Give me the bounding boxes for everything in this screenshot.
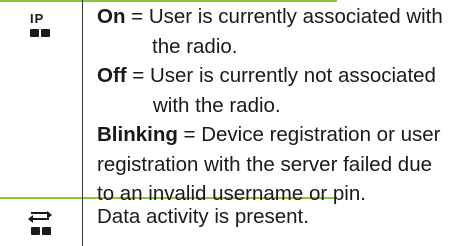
entry-on: On = User is currently associated with	[97, 2, 443, 32]
entry-blinking-text-2: registration with the server failed due	[97, 152, 433, 176]
entry-off-text-1: = User is currently not associated	[126, 64, 436, 87]
data-activity-icon	[28, 210, 53, 238]
term-on: On	[97, 5, 126, 28]
description-cell: On = User is currently associated with t…	[97, 2, 443, 209]
entry-blinking-text-1: = Device registration or user	[177, 123, 441, 146]
table-row: Data activity is present.	[0, 198, 461, 246]
entry-on-text-1: = User is currently associated with	[125, 5, 443, 28]
status-icon-table: IP On = User is currently associated wit…	[0, 0, 461, 246]
icon-cell: IP	[0, 12, 82, 42]
icon-cell	[0, 210, 82, 238]
ip-icon-label: IP	[30, 11, 45, 26]
term-off: Off	[97, 64, 127, 87]
entry-blinking: Blinking = Device registration or user	[97, 120, 441, 150]
description-cell: Data activity is present.	[97, 202, 345, 232]
term-blinking: Blinking	[97, 123, 178, 146]
ip-registration-icon: IP	[29, 12, 53, 42]
entry-off: Off = User is currently not associated	[97, 61, 436, 91]
entry-on-text-2: the radio.	[152, 34, 238, 58]
table-row: IP On = User is currently associated wit…	[0, 0, 461, 205]
data-activity-text: Data activity is present.	[97, 205, 309, 228]
entry-off-text-2: with the radio.	[153, 93, 281, 117]
